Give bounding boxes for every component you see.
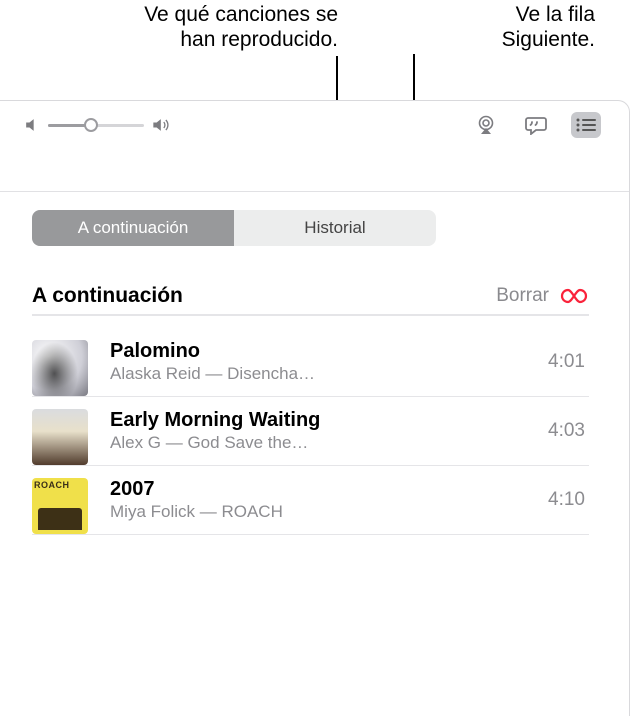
- track-title: Early Morning Waiting: [110, 409, 519, 432]
- track-row[interactable]: ROACH 2007Miya Folick — ROACH 4:10: [32, 466, 589, 535]
- track-list: PalominoAlaska Reid — Disencha… 4:01 Early…: [32, 328, 589, 535]
- track-subtitle: Miya Folick — ROACH: [110, 502, 519, 522]
- section-header: A continuación Borrar: [32, 284, 589, 316]
- track-row[interactable]: Early Morning WaitingAlex G — God Save t…: [32, 397, 589, 466]
- volume-low-icon: [22, 115, 42, 135]
- album-art: [32, 340, 88, 396]
- track-subtitle: Alaska Reid — Disencha…: [110, 364, 519, 384]
- track-subtitle: Alex G — God Save the…: [110, 433, 519, 453]
- track-row[interactable]: PalominoAlaska Reid — Disencha… 4:01: [32, 328, 589, 397]
- autoplay-button[interactable]: [559, 287, 589, 305]
- volume-high-icon: [150, 115, 170, 135]
- track-duration: 4:10: [548, 489, 585, 511]
- track-duration: 4:01: [548, 351, 585, 373]
- queue-panel: A continuación Historial A continuación …: [0, 191, 629, 716]
- tab-history[interactable]: Historial: [234, 210, 436, 246]
- callout-history: Ve qué canciones se han reproducido.: [98, 2, 338, 52]
- airplay-button[interactable]: [471, 112, 501, 138]
- album-art: ROACH: [32, 478, 88, 534]
- track-title: Palomino: [110, 340, 519, 363]
- toolbar: [0, 101, 629, 149]
- track-duration: 4:03: [548, 420, 585, 442]
- track-title: 2007: [110, 478, 519, 501]
- music-panel: A continuación Historial A continuación …: [0, 100, 630, 716]
- tab-up-next[interactable]: A continuación: [32, 210, 234, 246]
- queue-button[interactable]: [571, 112, 601, 138]
- album-art: [32, 409, 88, 465]
- callout-queue-button: Ve la fila Siguiente.: [395, 2, 595, 52]
- section-title: A continuación: [32, 284, 183, 308]
- volume-thumb[interactable]: [84, 118, 98, 132]
- lyrics-button[interactable]: [521, 112, 551, 138]
- volume-control[interactable]: [22, 115, 170, 135]
- segmented-control: A continuación Historial: [32, 210, 436, 246]
- volume-slider[interactable]: [48, 124, 144, 127]
- clear-button[interactable]: Borrar: [496, 285, 549, 307]
